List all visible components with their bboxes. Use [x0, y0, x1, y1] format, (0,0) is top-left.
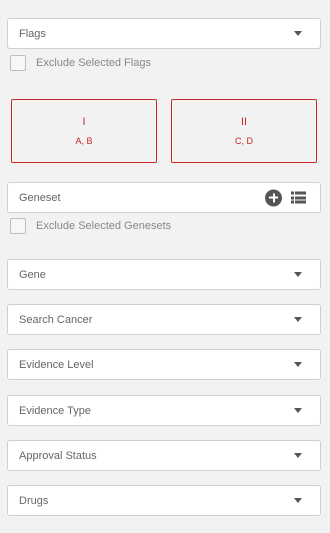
chevron-down-icon — [294, 31, 302, 36]
filter-card-subtitle: A, B — [75, 136, 93, 146]
evidence-level-label: Evidence Level — [19, 358, 94, 371]
filter-card-subtitle: C, D — [235, 136, 253, 146]
filter-card-ii[interactable]: II C, D — [171, 99, 317, 163]
exclude-genesets-row[interactable]: Exclude Selected Genesets — [10, 218, 171, 234]
approval-status-label: Approval Status — [19, 449, 97, 462]
exclude-flags-row[interactable]: Exclude Selected Flags — [10, 55, 151, 71]
filter-card-i[interactable]: I A, B — [11, 99, 157, 163]
chevron-down-icon — [294, 272, 302, 277]
exclude-flags-checkbox[interactable] — [10, 55, 26, 71]
evidence-type-select[interactable]: Evidence Type — [7, 395, 321, 426]
flags-select-label: Flags — [19, 27, 46, 40]
drugs-select-label: Drugs — [19, 494, 49, 507]
flags-select[interactable]: Flags — [7, 18, 321, 49]
drugs-select[interactable]: Drugs — [7, 485, 321, 516]
evidence-type-label: Evidence Type — [19, 404, 91, 417]
chevron-down-icon — [294, 317, 302, 322]
cancer-select-label: Search Cancer — [19, 313, 93, 326]
filter-panel: Flags Exclude Selected Flags I A, B II C… — [0, 0, 330, 533]
approval-status-select[interactable]: Approval Status — [7, 440, 321, 471]
cancer-search-select[interactable]: Search Cancer — [7, 304, 321, 335]
geneset-select[interactable]: Geneset — [7, 182, 321, 213]
filter-card-title: I — [82, 116, 86, 128]
gene-select-label: Gene — [19, 268, 46, 281]
exclude-flags-label: Exclude Selected Flags — [36, 57, 151, 69]
list-icon[interactable] — [291, 191, 306, 204]
plus-circle-icon[interactable] — [265, 189, 282, 206]
chevron-down-icon — [294, 408, 302, 413]
geneset-actions — [265, 189, 306, 206]
exclude-genesets-label: Exclude Selected Genesets — [36, 220, 172, 232]
gene-select[interactable]: Gene — [7, 259, 321, 290]
exclude-genesets-checkbox[interactable] — [10, 218, 26, 234]
chevron-down-icon — [294, 498, 302, 503]
filter-card-title: II — [240, 116, 248, 128]
chevron-down-icon — [294, 362, 302, 367]
evidence-level-select[interactable]: Evidence Level — [7, 349, 321, 380]
chevron-down-icon — [294, 453, 302, 458]
